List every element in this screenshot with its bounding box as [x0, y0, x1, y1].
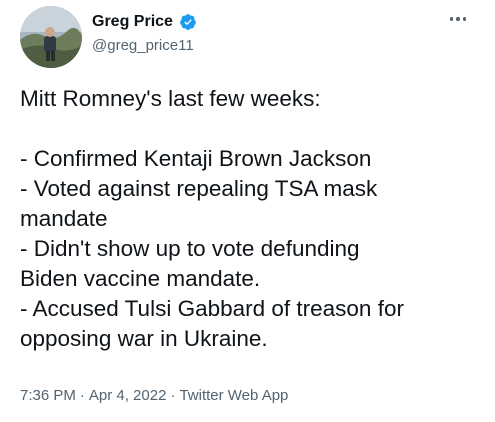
- tweet-line: Biden vaccine mandate.: [20, 266, 261, 291]
- name-row: Greg Price: [92, 11, 197, 33]
- tweet-line: mandate: [20, 206, 108, 231]
- tweet-meta: 7:36 PM · Apr 4, 2022 · Twitter Web App: [20, 386, 288, 406]
- avatar-image: [20, 6, 82, 68]
- tweet-date-link[interactable]: Apr 4, 2022: [89, 387, 167, 404]
- tweet-line: - Confirmed Kentaji Brown Jackson: [20, 146, 372, 171]
- tweet-time-link[interactable]: 7:36 PM: [20, 387, 76, 404]
- tweet-line: Mitt Romney's last few weeks:: [20, 86, 321, 111]
- tweet-line: - Accused Tulsi Gabbard of treason for: [20, 296, 404, 321]
- tweet-line: - Didn't show up to vote defunding: [20, 236, 360, 261]
- verified-badge-icon: [179, 13, 197, 31]
- more-dot-icon: [449, 17, 454, 21]
- author-handle[interactable]: @greg_price11: [92, 36, 197, 56]
- more-dot-icon: [462, 17, 467, 21]
- meta-separator: ·: [79, 387, 85, 404]
- tweet-line: opposing war in Ukraine.: [20, 326, 268, 351]
- avatar[interactable]: [20, 6, 82, 68]
- tweet-source-link[interactable]: Twitter Web App: [179, 387, 288, 404]
- tweet-text: Mitt Romney's last few weeks: - Confirme…: [20, 84, 490, 354]
- author-block: Greg Price @greg_price11: [92, 11, 197, 56]
- meta-separator: ·: [170, 387, 176, 404]
- tweet-card: Greg Price @greg_price11 Mitt Romney's l…: [0, 0, 495, 422]
- author-name[interactable]: Greg Price: [92, 11, 173, 33]
- tweet-line: - Voted against repealing TSA mask: [20, 176, 378, 201]
- more-dot-icon: [456, 17, 460, 21]
- more-options-button[interactable]: [445, 10, 471, 28]
